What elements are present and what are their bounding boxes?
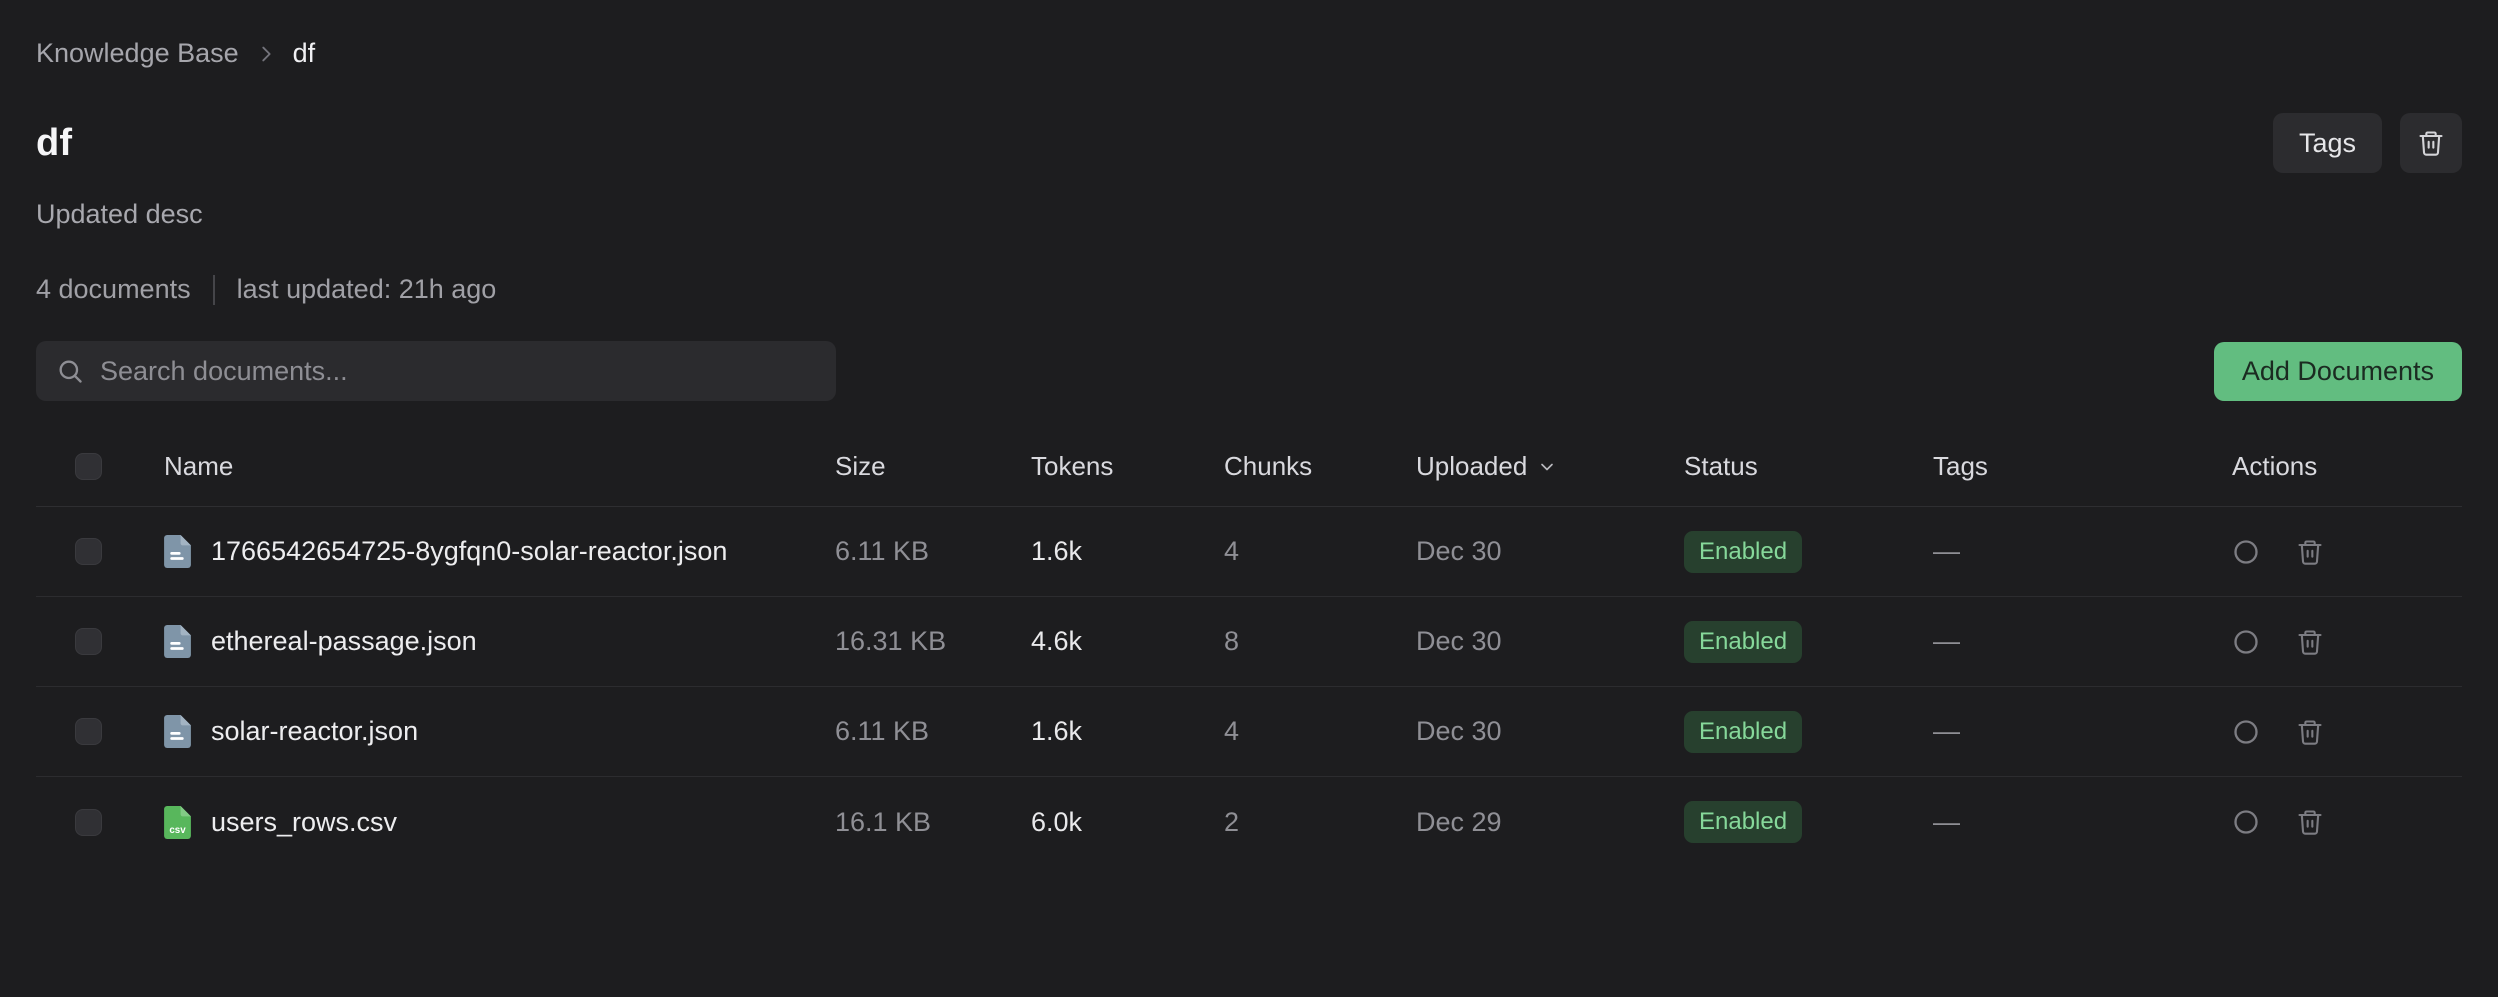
document-size: 6.11 KB (835, 536, 1031, 567)
delete-document-icon[interactable] (2296, 538, 2324, 566)
column-header-actions: Actions (2216, 451, 2462, 482)
row-checkbox[interactable] (75, 809, 102, 836)
table-row[interactable]: csv 1766542654725-8ygfqn0-solar-reactor.… (36, 507, 2462, 597)
document-tokens: 1.6k (1031, 536, 1224, 567)
column-header-tags[interactable]: Tags (1933, 451, 2216, 482)
document-tags: — (1933, 536, 2216, 567)
chevron-right-icon (255, 43, 277, 65)
json-file-icon (164, 535, 191, 568)
page-title: df (36, 122, 72, 165)
column-header-status[interactable]: Status (1684, 451, 1933, 482)
search-box[interactable] (36, 341, 836, 401)
document-uploaded: Dec 30 (1416, 536, 1684, 567)
breadcrumb-knowledge-base[interactable]: Knowledge Base (36, 38, 239, 69)
breadcrumb: Knowledge Base df (36, 38, 2462, 69)
select-all-checkbox[interactable] (75, 453, 102, 480)
delete-document-icon[interactable] (2296, 808, 2324, 836)
knowledge-base-detail-page: Knowledge Base df df Tags Updated desc 4… (0, 38, 2498, 867)
document-name: ethereal-passage.json (211, 626, 477, 657)
toggle-status-icon[interactable] (2232, 718, 2260, 746)
document-chunks: 2 (1224, 807, 1416, 838)
document-uploaded: Dec 29 (1416, 807, 1684, 838)
table-row[interactable]: csv solar-reactor.json 6.11 KB 1.6k 4 De… (36, 687, 2462, 777)
column-header-size[interactable]: Size (835, 451, 1031, 482)
document-name: 1766542654725-8ygfqn0-solar-reactor.json (211, 536, 727, 567)
column-header-uploaded-label: Uploaded (1416, 451, 1527, 482)
status-badge: Enabled (1684, 531, 1802, 573)
tags-button[interactable]: Tags (2273, 113, 2382, 173)
document-name: users_rows.csv (211, 807, 397, 838)
table-header: Name Size Tokens Chunks Uploaded Status … (36, 427, 2462, 507)
document-tokens: 4.6k (1031, 626, 1224, 657)
column-header-name[interactable]: Name (164, 451, 835, 482)
search-icon (56, 357, 84, 385)
row-checkbox[interactable] (75, 628, 102, 655)
kb-description: Updated desc (36, 199, 2462, 230)
document-tags: — (1933, 626, 2216, 657)
document-tags: — (1933, 807, 2216, 838)
chevron-down-icon (1537, 457, 1557, 477)
document-size: 16.1 KB (835, 807, 1031, 838)
svg-text:csv: csv (169, 824, 186, 835)
toggle-status-icon[interactable] (2232, 628, 2260, 656)
row-checkbox[interactable] (75, 718, 102, 745)
documents-table: Name Size Tokens Chunks Uploaded Status … (36, 427, 2462, 867)
document-name: solar-reactor.json (211, 716, 418, 747)
delete-knowledge-base-button[interactable] (2400, 113, 2462, 173)
document-size: 6.11 KB (835, 716, 1031, 747)
document-chunks: 4 (1224, 536, 1416, 567)
document-chunks: 4 (1224, 716, 1416, 747)
table-body: csv 1766542654725-8ygfqn0-solar-reactor.… (36, 507, 2462, 867)
table-row[interactable]: csv users_rows.csv 16.1 KB 6.0k 2 Dec 29… (36, 777, 2462, 867)
kb-stats: 4 documents last updated: 21h ago (36, 274, 2462, 305)
document-tokens: 1.6k (1031, 716, 1224, 747)
delete-document-icon[interactable] (2296, 628, 2324, 656)
document-uploaded: Dec 30 (1416, 716, 1684, 747)
document-tokens: 6.0k (1031, 807, 1224, 838)
json-file-icon (164, 625, 191, 658)
document-uploaded: Dec 30 (1416, 626, 1684, 657)
status-badge: Enabled (1684, 711, 1802, 753)
column-header-uploaded[interactable]: Uploaded (1416, 451, 1684, 482)
toggle-status-icon[interactable] (2232, 808, 2260, 836)
add-documents-button[interactable]: Add Documents (2214, 342, 2462, 401)
stats-divider (213, 275, 215, 305)
document-tags: — (1933, 716, 2216, 747)
document-chunks: 8 (1224, 626, 1416, 657)
column-header-chunks[interactable]: Chunks (1224, 451, 1416, 482)
status-badge: Enabled (1684, 801, 1802, 843)
last-updated: last updated: 21h ago (237, 274, 497, 305)
status-badge: Enabled (1684, 621, 1802, 663)
toggle-status-icon[interactable] (2232, 538, 2260, 566)
column-header-tokens[interactable]: Tokens (1031, 451, 1224, 482)
document-size: 16.31 KB (835, 626, 1031, 657)
document-count: 4 documents (36, 274, 191, 305)
search-input[interactable] (100, 356, 816, 387)
trash-icon (2417, 129, 2445, 157)
delete-document-icon[interactable] (2296, 718, 2324, 746)
breadcrumb-current: df (293, 38, 316, 69)
table-row[interactable]: csv ethereal-passage.json 16.31 KB 4.6k … (36, 597, 2462, 687)
json-file-icon (164, 715, 191, 748)
row-checkbox[interactable] (75, 538, 102, 565)
csv-file-icon: csv (164, 806, 191, 839)
